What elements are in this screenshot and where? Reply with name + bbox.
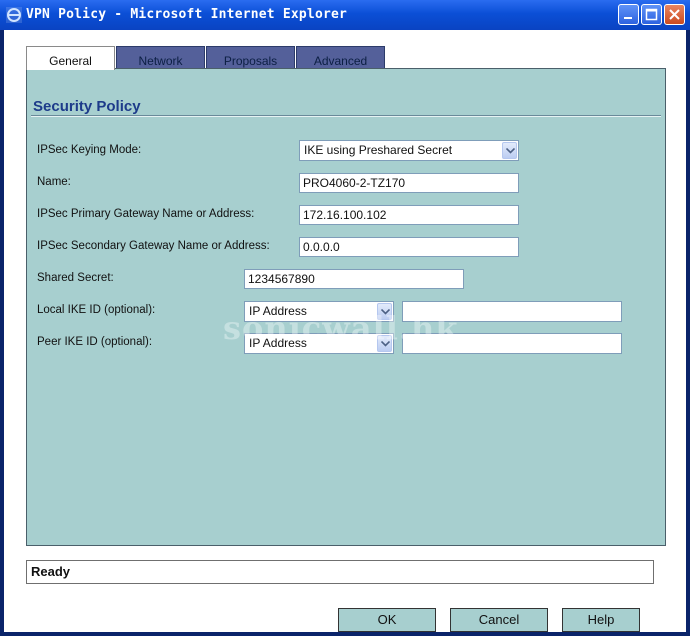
help-button[interactable]: Help: [562, 608, 640, 632]
name-input[interactable]: PRO4060-2-TZ170: [299, 173, 519, 193]
name-label: Name:: [37, 176, 71, 188]
section-divider-highlight: [31, 116, 661, 117]
minimize-button[interactable]: [618, 4, 639, 25]
ie-app-icon: [6, 7, 22, 23]
cancel-button[interactable]: Cancel: [450, 608, 548, 632]
primary-gateway-input[interactable]: 172.16.100.102: [299, 205, 519, 225]
keying-mode-select[interactable]: IKE using Preshared Secret: [299, 140, 519, 161]
keying-mode-value: IKE using Preshared Secret: [304, 143, 453, 157]
tab-proposals[interactable]: Proposals: [206, 46, 295, 68]
close-button[interactable]: [664, 4, 685, 25]
primary-gateway-label: IPSec Primary Gateway Name or Address:: [37, 208, 255, 220]
shared-secret-label: Shared Secret:: [37, 272, 114, 284]
tab-general[interactable]: General: [26, 46, 115, 70]
tab-advanced[interactable]: Advanced: [296, 46, 385, 68]
general-tab-panel: Security Policy IPSec Keying Mode: IKE u…: [26, 68, 666, 546]
keying-mode-label: IPSec Keying Mode:: [37, 144, 142, 156]
status-bar: Ready: [26, 560, 654, 584]
ok-button[interactable]: OK: [338, 608, 436, 632]
maximize-button[interactable]: [641, 4, 662, 25]
close-icon: [665, 5, 684, 24]
tab-network[interactable]: Network: [116, 46, 205, 68]
secondary-gateway-input[interactable]: 0.0.0.0: [299, 237, 519, 257]
chevron-down-icon[interactable]: [502, 142, 517, 159]
section-title: Security Policy: [33, 98, 141, 115]
secondary-gateway-label: IPSec Secondary Gateway Name or Address:: [37, 240, 270, 252]
local-ike-id-label: Local IKE ID (optional):: [37, 304, 156, 316]
maximize-icon: [642, 5, 661, 24]
peer-ike-id-label: Peer IKE ID (optional):: [37, 336, 153, 348]
watermark-text: sonicwall.hk: [223, 309, 459, 347]
title-bar[interactable]: VPN Policy - Microsoft Internet Explorer: [0, 0, 690, 30]
window-client-area: General Network Proposals Advanced Secur…: [4, 30, 686, 632]
window-title: VPN Policy - Microsoft Internet Explorer: [26, 7, 348, 22]
shared-secret-input[interactable]: 1234567890: [244, 269, 464, 289]
minimize-icon: [619, 5, 638, 24]
